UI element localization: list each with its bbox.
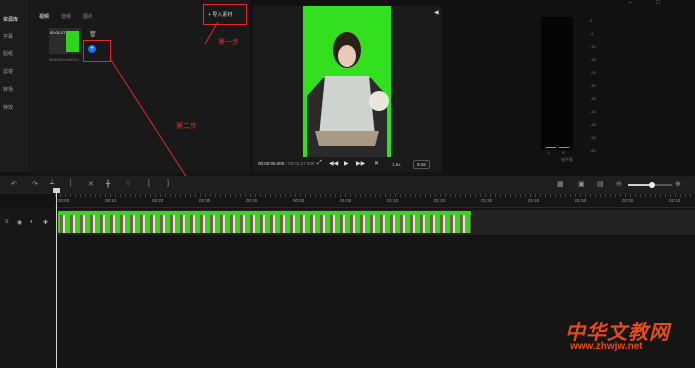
ruler-tick-label: 01:10	[387, 198, 399, 203]
meter-scale-label: -24	[590, 70, 596, 75]
ruler-tick-label: 01:50	[575, 198, 587, 203]
presenter-figure	[307, 32, 389, 157]
track-header-panel	[0, 208, 56, 368]
meter-scale-label: -12	[590, 44, 596, 49]
meter-scale-label: -54	[590, 135, 596, 140]
audio-level-meter	[541, 17, 573, 150]
ruler-tick-label: 00:50	[293, 198, 305, 203]
ruler-tick-marks	[55, 194, 695, 197]
zoom-slider[interactable]	[628, 182, 672, 188]
track-menu-icon[interactable]: ≡	[5, 219, 9, 225]
ruler-tick-label: 02:10	[669, 198, 681, 203]
clip-frames	[58, 215, 471, 233]
meter-scale-label: -36	[590, 96, 596, 101]
ruler-tick-label: 00:40	[246, 198, 258, 203]
meter-scale-label: 0	[590, 18, 593, 23]
visibility-icon[interactable]: ◉	[17, 219, 22, 226]
bracket-right-icon[interactable]: ]	[167, 180, 169, 187]
ruler-tick-label: 00:10	[105, 198, 117, 203]
ruler-tick-label: 01:20	[434, 198, 446, 203]
meter-scale-label: -60	[590, 148, 596, 153]
rewind-icon[interactable]: ◀◀	[329, 160, 338, 167]
zoom-out-icon[interactable]: ⊖	[616, 180, 622, 188]
fullscreen-icon[interactable]: ⤢	[317, 160, 322, 167]
redo-icon[interactable]: ↷	[32, 180, 38, 188]
ruler-tick-label: 00:00	[58, 198, 70, 203]
crop-icon[interactable]: ╋	[106, 180, 110, 188]
watermark-url: www.zhwjw.net	[570, 341, 643, 352]
total-time: 00:01:27.500	[288, 161, 315, 166]
ruler-tick-label: 01:30	[481, 198, 493, 203]
export-frame-icon[interactable]: ▤	[597, 180, 604, 188]
preview-timecode: 00:00:00.000 / 00:01:27.500	[258, 161, 315, 166]
meter-channel-label: R	[562, 150, 565, 155]
ruler-tick-label: 00:30	[199, 198, 211, 203]
meter-scale-label: -42	[590, 109, 596, 114]
meter-title: 电平表	[561, 157, 573, 162]
ruler-tick-label: 01:40	[528, 198, 540, 203]
meter-scale-label: -6	[590, 31, 594, 36]
play-icon[interactable]: ▶	[344, 160, 349, 167]
snap-icon[interactable]: ▣	[578, 180, 585, 188]
zoom-in-icon[interactable]: ⊕	[675, 180, 681, 188]
timeline-toolbar: ↶ ↷ ┵ │ ✕ ╋ ○ [ ] ▦ ▣ ▤ ⊖ ⊕	[0, 176, 695, 194]
ruler-tick-label: 02:00	[622, 198, 634, 203]
timeline-ruler[interactable]: 00:00 00:10 00:20 00:30 00:40 00:50 01:0…	[55, 194, 695, 208]
layout-icon[interactable]: ▦	[557, 180, 564, 188]
aspect-ratio-button[interactable]: 9:16	[413, 160, 430, 169]
ruler-tick-label: 01:00	[340, 198, 352, 203]
video-clip[interactable]	[58, 211, 471, 233]
playback-speed[interactable]: 1.5x	[392, 162, 401, 167]
forward-icon[interactable]: ▶▶	[356, 160, 365, 167]
loop-icon[interactable]: ✕	[374, 160, 379, 167]
collapse-arrow-icon[interactable]: ◀	[434, 9, 439, 16]
lock-icon[interactable]: ◐	[30, 219, 34, 225]
minimize-icon[interactable]: –	[628, 0, 631, 6]
move-icon[interactable]: ✚	[43, 219, 48, 226]
video-preview	[303, 6, 391, 157]
meter-scale-label: -30	[590, 83, 596, 88]
delete-icon[interactable]: ✕	[88, 180, 94, 188]
current-time: 00:00:00.000	[258, 161, 285, 166]
playhead[interactable]	[56, 190, 57, 368]
maximize-icon[interactable]: □	[656, 0, 660, 6]
mask-icon[interactable]: ○	[126, 180, 130, 187]
meter-channel-label: L	[548, 150, 551, 155]
split-left-icon[interactable]: │	[69, 180, 73, 187]
undo-icon[interactable]: ↶	[11, 180, 17, 188]
bracket-left-icon[interactable]: [	[148, 180, 150, 187]
split-icon[interactable]: ┵	[50, 180, 54, 188]
ruler-tick-label: 00:20	[152, 198, 164, 203]
meter-scale-label: -18	[590, 57, 596, 62]
meter-scale-label: -48	[590, 122, 596, 127]
